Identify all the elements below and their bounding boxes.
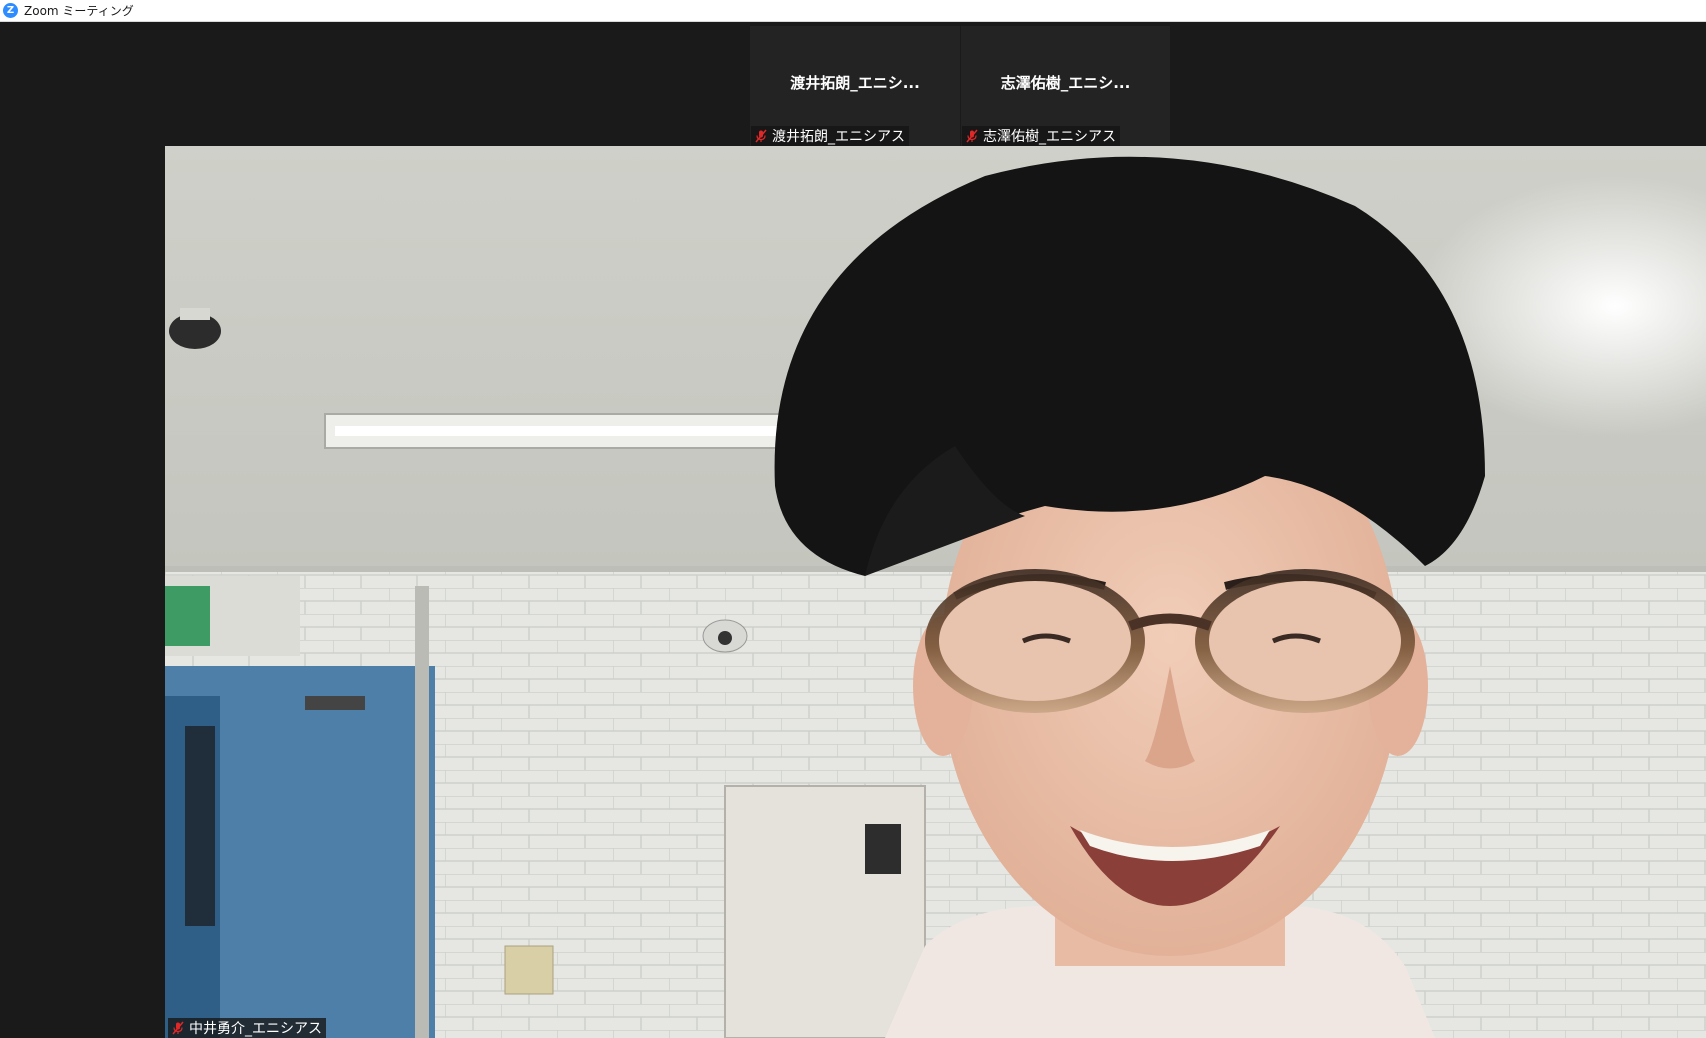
active-speaker-name-label: 中井勇介_エニシアス: [189, 1021, 322, 1037]
mic-muted-icon: [172, 1021, 184, 1035]
mic-muted-icon: [966, 129, 978, 143]
participant-thumbnail[interactable]: 志澤佑樹_エニシ... 志澤佑樹_エニシアス: [960, 26, 1170, 146]
participant-name-tag: 渡井拓朗_エニシアス: [751, 126, 909, 146]
active-speaker-name-tag: 中井勇介_エニシアス: [168, 1018, 326, 1038]
zoom-logo-icon: Z: [3, 3, 18, 18]
participant-name-label: 志澤佑樹_エニシアス: [983, 129, 1116, 145]
participant-name-label: 渡井拓朗_エニシアス: [772, 129, 905, 145]
window-titlebar: Z Zoom ミーティング: [0, 0, 1706, 22]
participant-display-name: 志澤佑樹_エニシ...: [1000, 74, 1131, 92]
camera-feed-image: [165, 146, 1706, 1038]
meeting-stage: 渡井拓朗_エニシ... 渡井拓朗_エニシアス 志澤佑樹_エニシ... 志澤佑樹_…: [0, 22, 1706, 1038]
participant-thumbnail[interactable]: 渡井拓朗_エニシ... 渡井拓朗_エニシアス: [750, 26, 960, 146]
participant-thumbnail-strip: 渡井拓朗_エニシ... 渡井拓朗_エニシアス 志澤佑樹_エニシ... 志澤佑樹_…: [750, 26, 1170, 146]
participant-display-name: 渡井拓朗_エニシ...: [790, 74, 920, 92]
active-speaker-video[interactable]: 中井勇介_エニシアス: [165, 146, 1706, 1038]
window-title: Zoom ミーティング: [24, 4, 134, 18]
participant-name-tag: 志澤佑樹_エニシアス: [962, 126, 1120, 146]
mic-muted-icon: [755, 129, 767, 143]
